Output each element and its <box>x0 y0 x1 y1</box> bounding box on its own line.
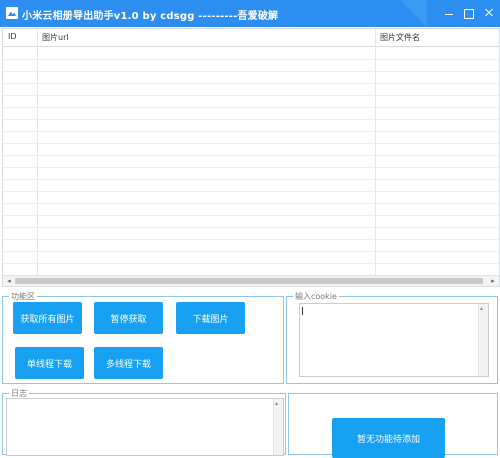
image-table[interactable]: ID 图片url 图片文件名 ◂ ▸ <box>2 28 500 287</box>
cookie-scrollbar[interactable]: ▴ <box>478 304 488 376</box>
close-icon <box>482 6 496 20</box>
cookie-label: 输入cookie <box>293 291 339 302</box>
scroll-up-icon[interactable]: ▴ <box>275 400 278 407</box>
download-images-button[interactable]: 下载图片 <box>176 302 245 334</box>
title-bar: 小米云相册导出助手v1.0 by cdsgg ---------吾爱破解 <box>0 0 500 27</box>
column-header-url[interactable]: 图片url <box>42 32 69 43</box>
single-thread-download-button[interactable]: 单线程下载 <box>15 347 84 379</box>
log-group: 日志 ▴ <box>2 388 286 456</box>
pause-button[interactable]: 暂停获取 <box>94 302 163 334</box>
scrollbar-thumb[interactable] <box>15 278 483 284</box>
log-output[interactable]: ▴ <box>6 398 284 456</box>
column-header-filename[interactable]: 图片文件名 <box>380 32 420 43</box>
minimize-icon <box>445 14 453 15</box>
horizontal-scrollbar[interactable]: ◂ ▸ <box>3 275 499 286</box>
maximize-button[interactable] <box>462 6 476 20</box>
maximize-icon <box>464 9 474 19</box>
cookie-group: 输入cookie ▴ <box>286 291 498 384</box>
scroll-left-icon[interactable]: ◂ <box>5 277 13 285</box>
column-header-id[interactable]: ID <box>8 32 17 41</box>
table-header: ID 图片url 图片文件名 <box>3 29 499 47</box>
scroll-up-icon[interactable]: ▴ <box>480 305 483 312</box>
text-caret <box>302 307 303 315</box>
app-icon <box>6 7 18 19</box>
titlebar-decoration <box>400 0 427 27</box>
log-scrollbar[interactable]: ▴ <box>273 399 283 455</box>
function-area-label: 功能区 <box>9 291 37 302</box>
close-button[interactable] <box>482 6 496 20</box>
scroll-right-icon[interactable]: ▸ <box>489 277 497 285</box>
window-title: 小米云相册导出助手v1.0 by cdsgg ---------吾爱破解 <box>22 11 279 22</box>
multi-thread-download-button[interactable]: 多线程下载 <box>94 347 163 379</box>
minimize-button[interactable] <box>442 6 456 20</box>
function-area-group: 功能区 获取所有图片 暂停获取 下载图片 单线程下载 多线程下载 <box>2 291 284 384</box>
extra-group: 暂无功能待添加 <box>288 393 498 458</box>
get-all-images-button[interactable]: 获取所有图片 <box>13 302 82 334</box>
placeholder-feature-button[interactable]: 暂无功能待添加 <box>332 418 445 458</box>
cookie-input[interactable]: ▴ <box>299 303 489 377</box>
